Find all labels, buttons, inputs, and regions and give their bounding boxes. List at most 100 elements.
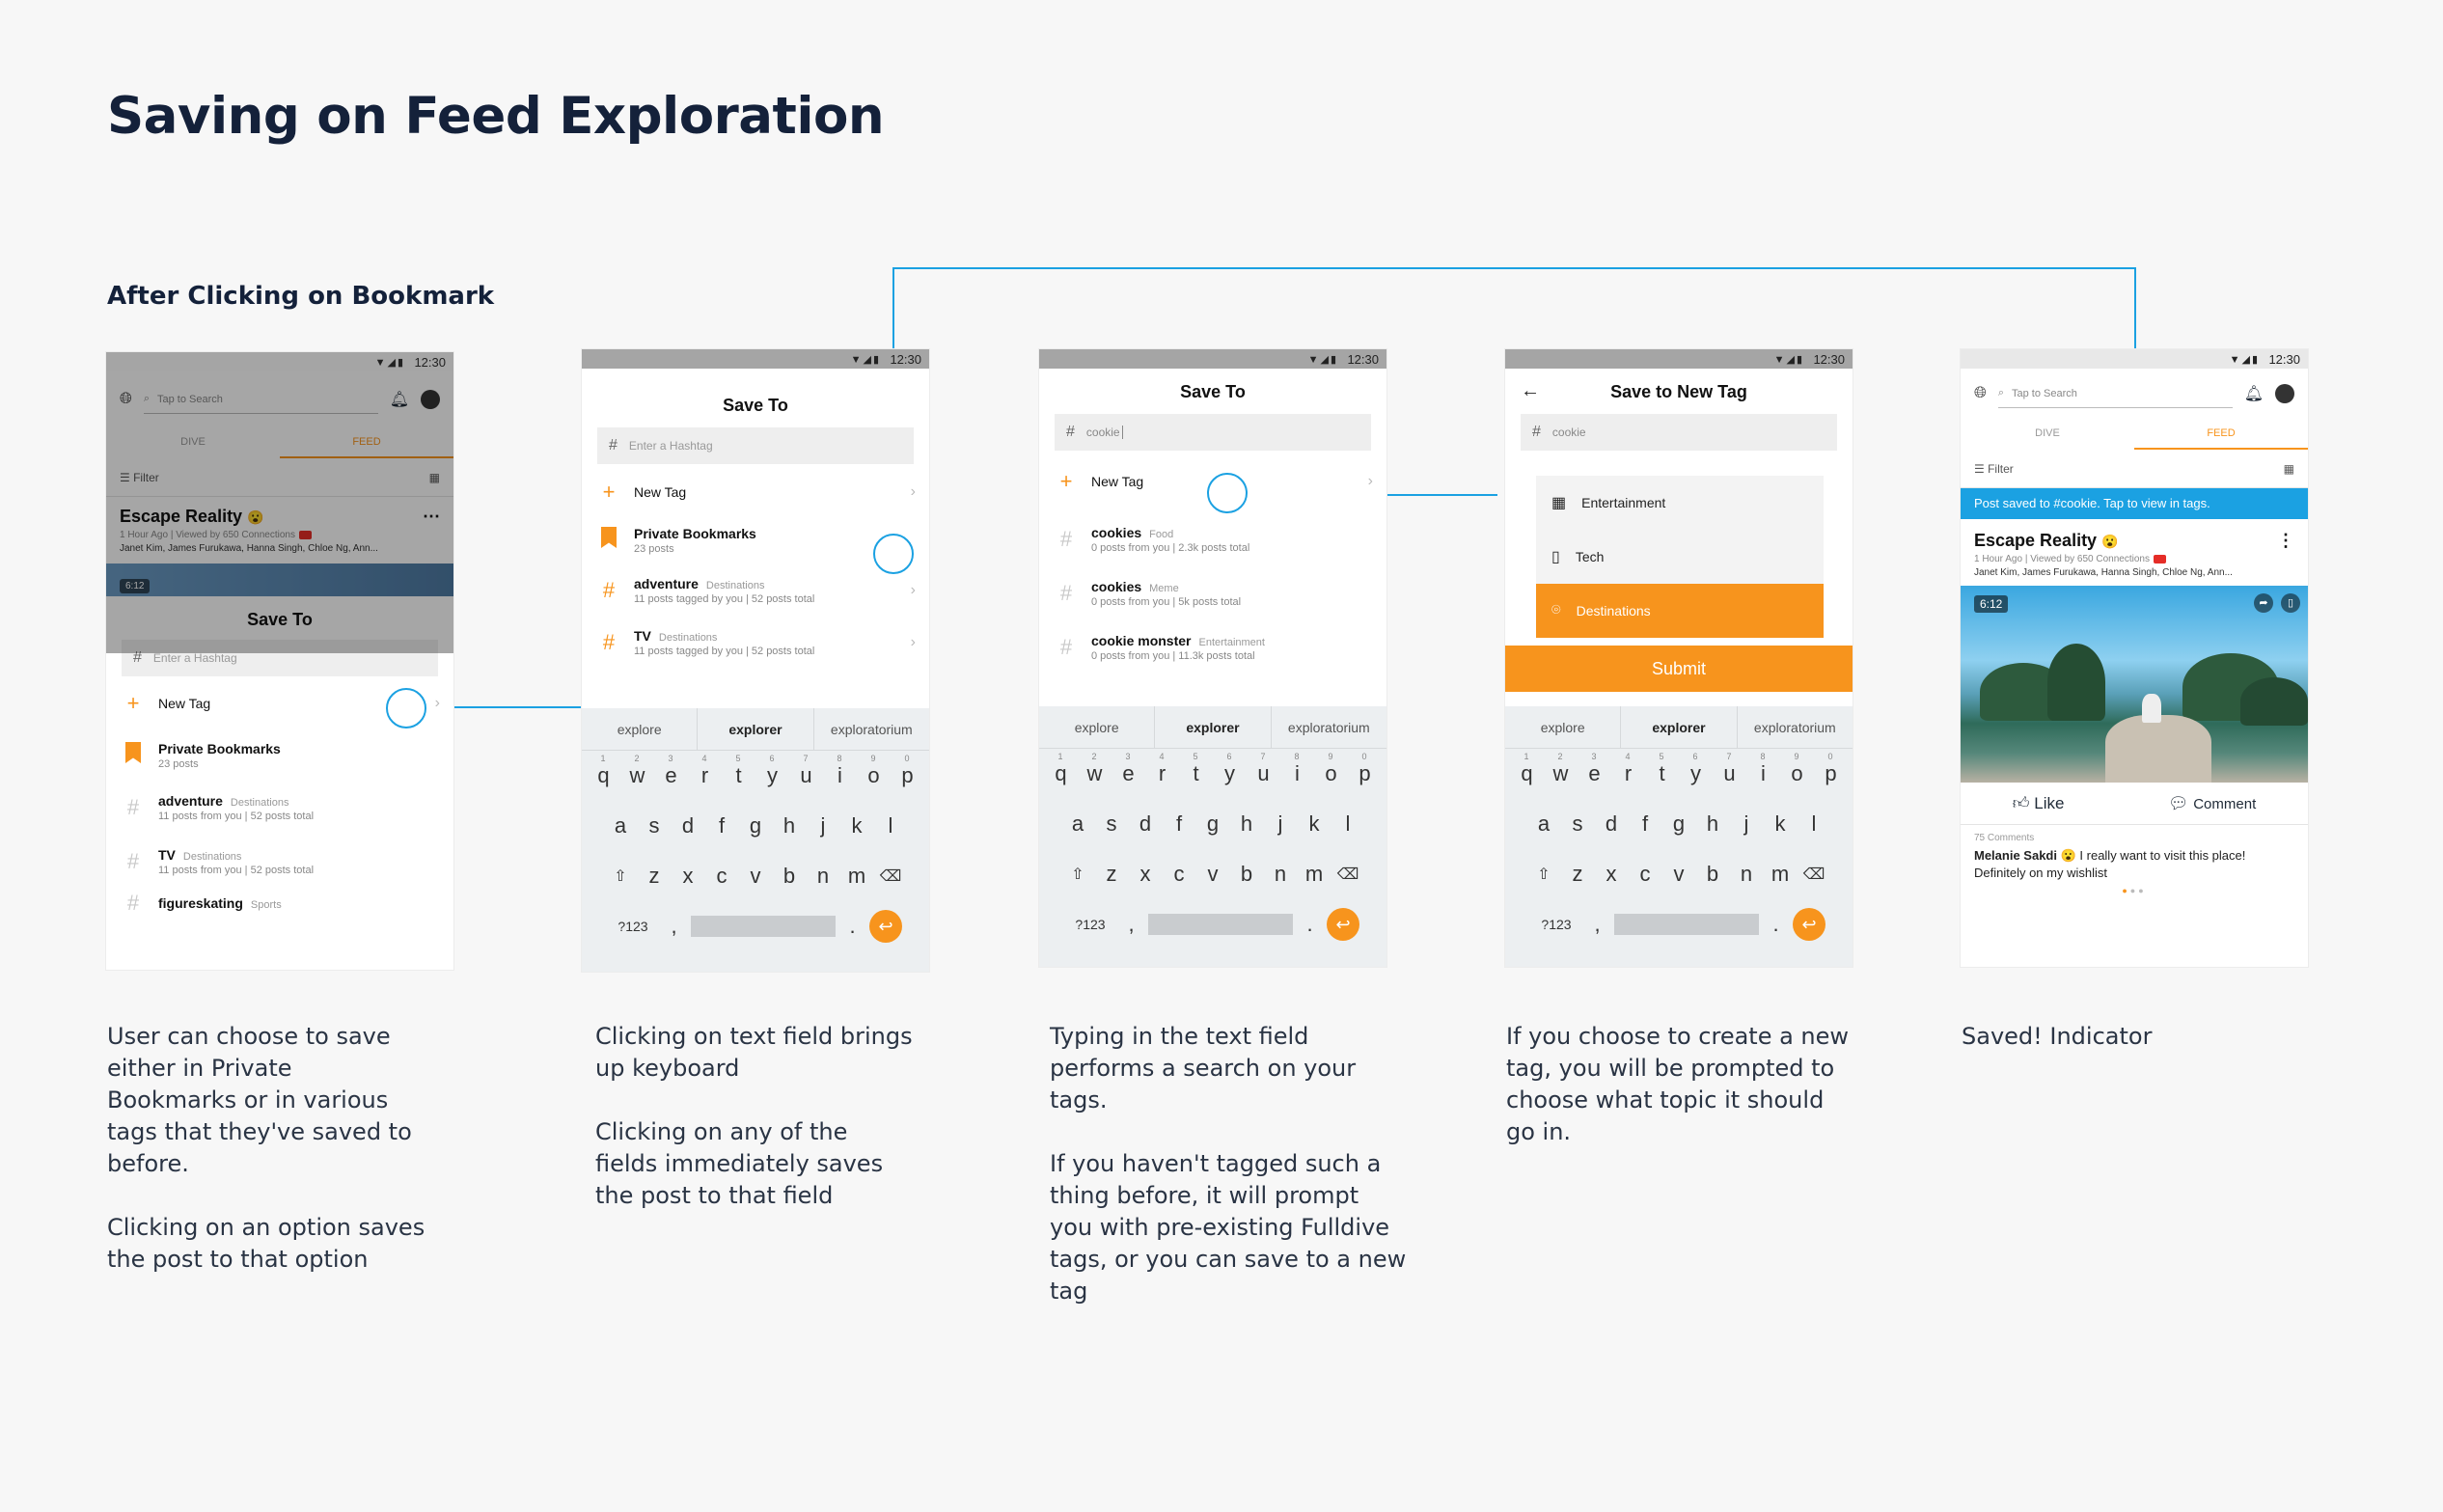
bookmark-icon[interactable]: ▯ [2281,593,2300,613]
key[interactable]: h [1230,811,1264,837]
key[interactable]: k [1764,811,1798,837]
shift-icon[interactable]: ⇧ [604,866,638,886]
saved-banner[interactable]: Post saved to #cookie. Tap to view in ta… [1961,488,2308,519]
topic-tech[interactable]: ▯ Tech [1536,530,1824,584]
suggestion[interactable]: explore [1505,706,1620,748]
hashtag-input[interactable]: # Enter a Hashtag [597,427,914,464]
bell-icon[interactable]: 🔔︎ [2244,384,2264,403]
back-arrow-icon[interactable]: ← [1521,380,1540,402]
tag-item[interactable]: # figureskating Sports [106,889,453,918]
key[interactable]: 8i [1280,752,1314,786]
key[interactable]: s [1561,811,1595,837]
suggestion[interactable]: explorer [697,708,814,750]
key[interactable]: 0p [1348,752,1382,786]
key[interactable]: g [739,813,773,838]
key[interactable]: b [1230,862,1264,887]
key[interactable]: 7u [789,754,823,788]
backspace-icon[interactable]: ⌫ [1798,865,1831,884]
symbols-key[interactable]: ?123 [1066,917,1114,932]
shift-icon[interactable]: ⇧ [1527,865,1561,884]
private-bookmarks-item[interactable]: Private Bookmarks 23 posts [106,730,453,781]
key[interactable]: d [1129,811,1163,837]
tag-item[interactable]: # adventure Destinations 11 posts from you … [106,781,453,835]
tag-item[interactable]: # adventure Destinations 11 posts tagged by… [582,564,929,617]
key[interactable]: 3e [1578,752,1611,786]
hashtag-input[interactable]: # cookie [1055,414,1371,451]
key[interactable]: v [1662,862,1696,887]
symbols-key[interactable]: ?123 [609,919,657,934]
comma-key[interactable]: , [1114,912,1148,937]
tag-item[interactable]: # TV Destinations 11 posts tagged by you | … [582,617,929,669]
key[interactable]: 2w [1078,752,1112,786]
more-vertical-icon[interactable]: ⋮ [2277,531,2294,551]
space-key[interactable] [1614,914,1759,935]
key[interactable]: f [705,813,739,838]
key[interactable]: 4r [1611,752,1645,786]
key[interactable]: n [1730,862,1764,887]
key[interactable]: k [1298,811,1331,837]
key[interactable]: g [1196,811,1230,837]
key[interactable]: n [807,864,840,889]
key[interactable]: z [638,864,672,889]
key[interactable]: 9o [1314,752,1348,786]
tag-item[interactable]: # TV Destinations 11 posts from you | 52 po… [106,835,453,889]
key[interactable]: 8i [1746,752,1780,786]
key[interactable]: f [1163,811,1196,837]
key[interactable]: a [1527,811,1561,837]
search-input[interactable]: ⌕ Tap to Search [1997,379,2233,408]
key[interactable]: x [672,864,705,889]
key[interactable]: a [604,813,638,838]
key[interactable]: j [807,813,840,838]
topic-entertainment[interactable]: ▦ Entertainment [1536,476,1824,530]
period-key[interactable]: . [1759,912,1793,937]
key[interactable]: m [1298,862,1331,887]
suggestion[interactable]: explorer [1620,706,1738,748]
key[interactable]: v [739,864,773,889]
shift-icon[interactable]: ⇧ [1061,865,1095,884]
key[interactable]: 4r [1145,752,1179,786]
comment-button[interactable]: 💬︎ Comment [2168,794,2256,813]
key[interactable]: 6y [1679,752,1713,786]
key[interactable]: 1q [1044,752,1078,786]
avatar[interactable] [2275,384,2294,403]
key[interactable]: a [1061,811,1095,837]
key[interactable]: 3e [1112,752,1145,786]
search-result[interactable]: # cookie monster Entertainment 0 posts from… [1039,620,1386,674]
filter-button[interactable]: ☰ Filter [1974,462,2014,476]
key[interactable]: 7u [1247,752,1280,786]
key[interactable]: 7u [1713,752,1746,786]
enter-icon[interactable]: ↩ [1327,908,1359,941]
key[interactable]: 0p [891,754,924,788]
key[interactable]: 5t [722,754,755,788]
space-key[interactable] [691,916,836,937]
key[interactable]: s [638,813,672,838]
key[interactable]: 6y [1213,752,1247,786]
key[interactable]: 5t [1179,752,1213,786]
key[interactable]: d [672,813,705,838]
key[interactable]: x [1129,862,1163,887]
key[interactable]: j [1264,811,1298,837]
backspace-icon[interactable]: ⌫ [1331,865,1365,884]
key[interactable]: c [705,864,739,889]
key[interactable]: m [840,864,874,889]
submit-button[interactable]: Submit [1505,646,1853,692]
key[interactable]: 2w [620,754,654,788]
key[interactable]: g [1662,811,1696,837]
key[interactable]: d [1595,811,1629,837]
post-image[interactable]: 6:12 ➦ ▯ [1961,586,2308,783]
key[interactable]: 9o [857,754,891,788]
suggestion[interactable]: explore [582,708,697,750]
key[interactable]: z [1095,862,1129,887]
key[interactable]: 8i [823,754,857,788]
grid-icon[interactable]: ▦ [2284,462,2294,476]
period-key[interactable]: . [836,914,869,939]
suggestion[interactable]: exploratorium [1272,706,1386,748]
enter-icon[interactable]: ↩ [1793,908,1825,941]
key[interactable]: z [1561,862,1595,887]
symbols-key[interactable]: ?123 [1532,917,1580,932]
key[interactable]: 2w [1544,752,1578,786]
suggestion[interactable]: exploratorium [1738,706,1853,748]
key[interactable]: 4r [688,754,722,788]
key[interactable]: x [1595,862,1629,887]
key[interactable]: h [1696,811,1730,837]
